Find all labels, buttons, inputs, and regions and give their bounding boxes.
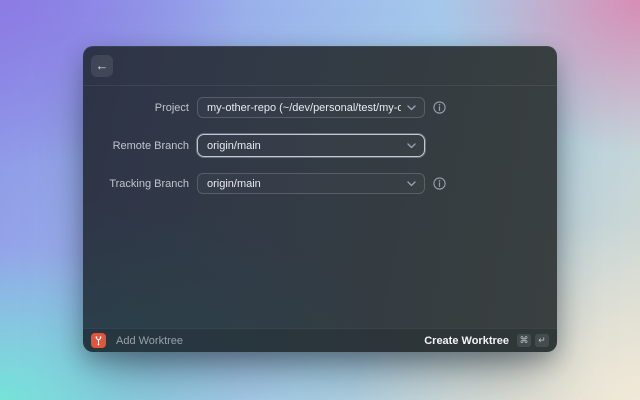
tracking-branch-select[interactable]: origin/main xyxy=(197,173,425,194)
project-label: Project xyxy=(154,101,189,114)
form-row-tracking-branch: Tracking Branch origin/main xyxy=(83,173,557,194)
project-select-value: my-other-repo (~/dev/personal/test/my-ot… xyxy=(207,101,401,114)
tracking-branch-select-value: origin/main xyxy=(207,177,261,190)
dialog-header: ← xyxy=(83,46,557,86)
project-select[interactable]: my-other-repo (~/dev/personal/test/my-ot… xyxy=(197,97,425,118)
add-worktree-dialog: ← Project my-other-repo (~/dev/personal/… xyxy=(83,46,557,352)
command-key-icon: ⌘ xyxy=(517,334,531,347)
remote-branch-select-value: origin/main xyxy=(207,139,261,152)
remote-branch-label: Remote Branch xyxy=(112,139,189,152)
chevron-down-icon xyxy=(407,180,416,187)
chevron-down-icon xyxy=(407,104,416,111)
form-row-remote-branch: Remote Branch origin/main xyxy=(83,134,557,157)
back-button[interactable]: ← xyxy=(91,54,113,77)
dialog-footer: Add Worktree Create Worktree ⌘ ↵ xyxy=(83,328,557,352)
create-worktree-button[interactable]: Create Worktree ⌘ ↵ xyxy=(424,334,549,347)
app-title: Add Worktree xyxy=(116,334,184,347)
tracking-branch-info-icon[interactable] xyxy=(433,177,446,190)
worktree-app-icon xyxy=(91,333,106,348)
form-row-project: Project my-other-repo (~/dev/personal/te… xyxy=(83,97,557,118)
tracking-branch-label: Tracking Branch xyxy=(109,177,189,190)
project-info-icon[interactable] xyxy=(433,101,446,114)
return-key-icon: ↵ xyxy=(535,334,549,347)
worktree-form: Project my-other-repo (~/dev/personal/te… xyxy=(83,86,557,328)
create-worktree-label: Create Worktree xyxy=(424,334,509,347)
remote-branch-select[interactable]: origin/main xyxy=(197,134,425,157)
chevron-down-icon xyxy=(407,142,416,149)
